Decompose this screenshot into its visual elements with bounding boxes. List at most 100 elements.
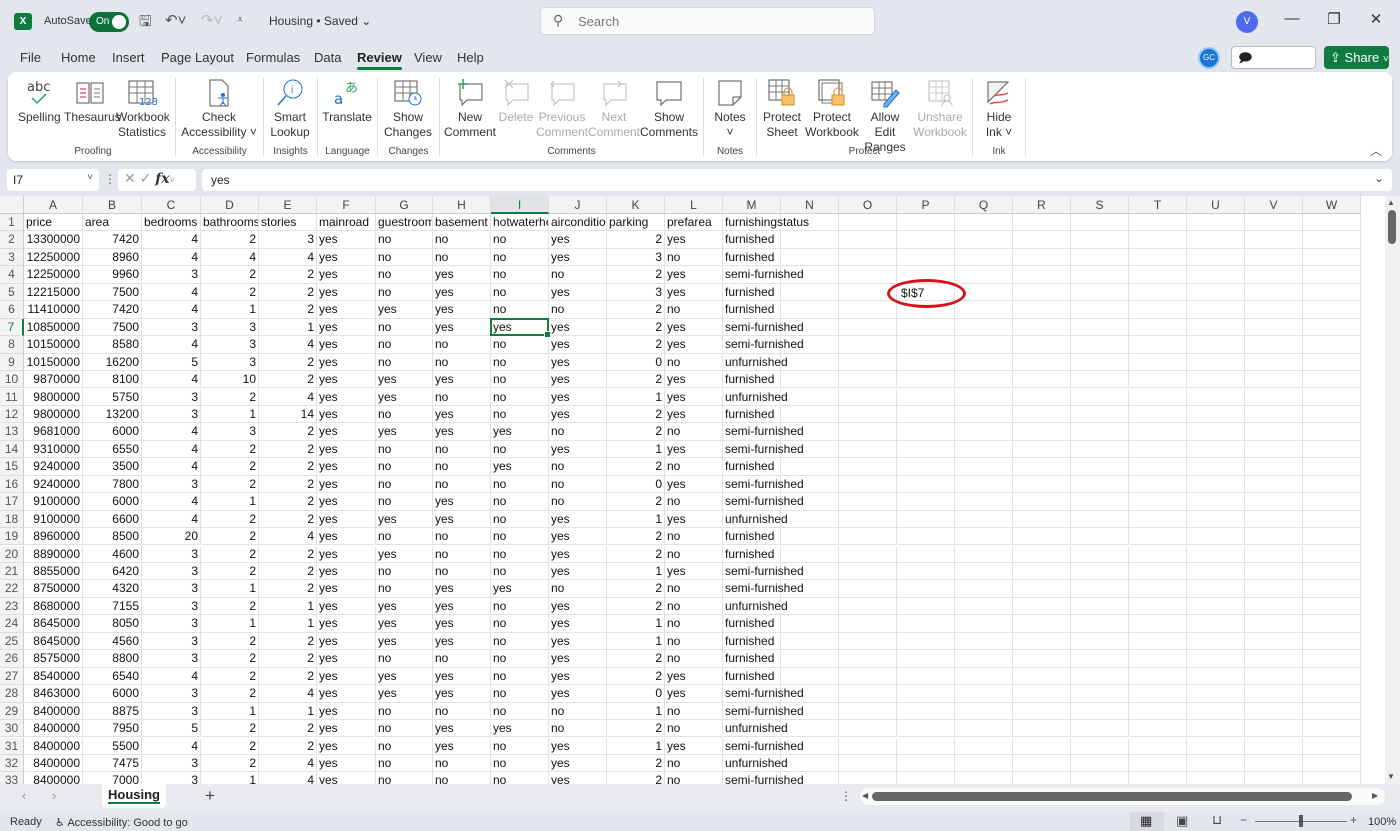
cell-E23[interactable]: 1 — [259, 597, 317, 616]
cell-N15[interactable] — [781, 458, 839, 476]
cell-V2[interactable] — [1245, 231, 1303, 249]
cell-S27[interactable] — [1071, 667, 1129, 686]
add-sheet-button[interactable]: + — [205, 786, 215, 806]
cell-T29[interactable] — [1129, 702, 1187, 720]
cell-V4[interactable] — [1245, 266, 1303, 284]
row-header[interactable]: 8 — [0, 336, 24, 354]
tab-review[interactable]: Review — [357, 50, 402, 70]
cell-Q14[interactable] — [955, 440, 1013, 459]
cell-R10[interactable] — [1013, 371, 1071, 389]
column-header-m[interactable]: M — [723, 196, 781, 214]
cell-U26[interactable] — [1187, 650, 1245, 668]
cell-J12[interactable]: yes — [549, 405, 607, 424]
cell-P27[interactable] — [897, 667, 955, 686]
cell-B17[interactable]: 6000 — [83, 493, 142, 511]
cell-J29[interactable]: no — [549, 702, 607, 720]
cell-R32[interactable] — [1013, 754, 1071, 773]
cell-G15[interactable]: no — [376, 458, 433, 476]
cell-F14[interactable]: yes — [317, 440, 376, 459]
row-header[interactable]: 11 — [0, 388, 24, 406]
cell-T10[interactable] — [1129, 371, 1187, 389]
cell-W14[interactable] — [1303, 440, 1361, 459]
cell-U23[interactable] — [1187, 597, 1245, 616]
cell-V33[interactable] — [1245, 772, 1303, 784]
formula-input[interactable]: yes ⌄ — [202, 169, 1392, 191]
cell-O27[interactable] — [839, 667, 897, 686]
cell-R21[interactable] — [1013, 563, 1071, 581]
cell-B9[interactable]: 16200 — [83, 353, 142, 371]
tab-insert[interactable]: Insert — [112, 50, 145, 65]
cell-W7[interactable] — [1303, 318, 1361, 337]
cell-H23[interactable]: yes — [433, 597, 491, 616]
close-icon[interactable]: ✕ — [1366, 10, 1386, 28]
normal-view-button[interactable]: ▦ — [1130, 812, 1164, 831]
cell-C8[interactable]: 4 — [142, 336, 201, 354]
check-accessibility-button[interactable]: Check Accessibility ˅ — [180, 76, 258, 140]
cell-J2[interactable]: yes — [549, 231, 607, 249]
cell-D33[interactable]: 1 — [201, 772, 259, 784]
cell-A7[interactable]: 10850000 — [24, 318, 83, 337]
cell-W30[interactable] — [1303, 720, 1361, 738]
cell-B15[interactable]: 3500 — [83, 458, 142, 476]
cell-S14[interactable] — [1071, 440, 1129, 459]
cell-R11[interactable] — [1013, 388, 1071, 406]
column-header-p[interactable]: P — [897, 196, 955, 214]
cell-L25[interactable]: no — [665, 632, 723, 651]
cell-E13[interactable]: 2 — [259, 423, 317, 441]
cell-E21[interactable]: 2 — [259, 563, 317, 581]
cell-F10[interactable]: yes — [317, 371, 376, 389]
cell-S2[interactable] — [1071, 231, 1129, 249]
cell-O33[interactable] — [839, 772, 897, 784]
cell-Q24[interactable] — [955, 615, 1013, 633]
cell-K32[interactable]: 2 — [607, 754, 665, 773]
cell-I6[interactable]: no — [491, 301, 549, 319]
cell-A24[interactable]: 8645000 — [24, 615, 83, 633]
cell-H33[interactable]: no — [433, 772, 491, 784]
cell-F21[interactable]: yes — [317, 563, 376, 581]
cell-H16[interactable]: no — [433, 475, 491, 494]
cell-R23[interactable] — [1013, 597, 1071, 616]
cell-B33[interactable]: 7000 — [83, 772, 142, 784]
cell-T31[interactable] — [1129, 737, 1187, 755]
cell-N5[interactable] — [781, 283, 839, 302]
cell-E5[interactable]: 2 — [259, 283, 317, 302]
cell-K17[interactable]: 2 — [607, 493, 665, 511]
column-header-w[interactable]: W — [1303, 196, 1361, 214]
cell-C28[interactable]: 3 — [142, 685, 201, 703]
cell-D7[interactable]: 3 — [201, 318, 259, 337]
cell-U6[interactable] — [1187, 301, 1245, 319]
cell-G1[interactable]: guestroom — [376, 214, 433, 232]
cell-M13[interactable]: semi-furnished — [723, 423, 804, 441]
cell-F28[interactable]: yes — [317, 685, 376, 703]
cell-E8[interactable]: 4 — [259, 336, 317, 354]
cell-M10[interactable]: furnished — [723, 371, 781, 389]
cell-B1[interactable]: area — [83, 214, 142, 232]
cell-T30[interactable] — [1129, 720, 1187, 738]
cell-W21[interactable] — [1303, 563, 1361, 581]
cell-R27[interactable] — [1013, 667, 1071, 686]
cell-N24[interactable] — [781, 615, 839, 633]
cell-U21[interactable] — [1187, 563, 1245, 581]
cell-O6[interactable] — [839, 301, 897, 319]
cell-W28[interactable] — [1303, 685, 1361, 703]
cell-H19[interactable]: no — [433, 528, 491, 546]
row-header[interactable]: 22 — [0, 580, 24, 598]
cell-O15[interactable] — [839, 458, 897, 476]
cell-W19[interactable] — [1303, 528, 1361, 546]
cell-D14[interactable]: 2 — [201, 440, 259, 459]
cell-C7[interactable]: 3 — [142, 318, 201, 337]
cell-D12[interactable]: 1 — [201, 405, 259, 424]
cell-G21[interactable]: no — [376, 563, 433, 581]
column-header-q[interactable]: Q — [955, 196, 1013, 214]
row-header[interactable]: 17 — [0, 493, 24, 511]
column-header-k[interactable]: K — [607, 196, 665, 214]
cell-V7[interactable] — [1245, 318, 1303, 337]
enter-icon[interactable]: ✓ — [140, 170, 152, 186]
cell-V26[interactable] — [1245, 650, 1303, 668]
cell-E9[interactable]: 2 — [259, 353, 317, 371]
cell-C31[interactable]: 4 — [142, 737, 201, 755]
cell-W20[interactable] — [1303, 545, 1361, 563]
cell-O26[interactable] — [839, 650, 897, 668]
row-header[interactable]: 10 — [0, 371, 24, 389]
tab-file[interactable]: File — [20, 50, 41, 65]
